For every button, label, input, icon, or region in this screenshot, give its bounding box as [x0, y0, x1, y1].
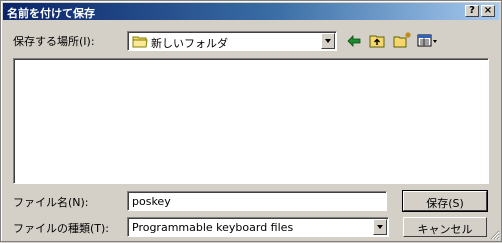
filetype-label: ファイルの種類(T):	[13, 222, 110, 235]
resize-grip-icon[interactable]	[488, 228, 500, 240]
file-list[interactable]	[13, 58, 489, 184]
current-folder-name: 新しいフォルダ	[151, 37, 228, 50]
filename-input[interactable]: poskey	[127, 191, 387, 211]
dialog-title: 名前を付けて保存	[7, 7, 95, 20]
view-menu-icon[interactable]	[417, 33, 437, 49]
filetype-value: Programmable keyboard files	[132, 221, 294, 234]
up-folder-icon[interactable]	[369, 33, 387, 49]
save-button[interactable]: 保存(S)	[402, 190, 488, 212]
cancel-button-label: キャンセル	[417, 223, 473, 236]
save-as-dialog: 名前を付けて保存 ? × 保存する場所(I): 新しいフォルダ ファイル名(N)…	[0, 0, 502, 242]
help-button[interactable]: ?	[465, 5, 479, 17]
save-button-label: 保存(S)	[426, 197, 464, 210]
save-in-dropdown-arrow[interactable]	[321, 33, 335, 49]
filetype-dropdown[interactable]: Programmable keyboard files	[127, 217, 389, 237]
new-folder-icon[interactable]	[393, 31, 411, 48]
filetype-dropdown-arrow[interactable]	[373, 219, 387, 235]
close-button[interactable]: ×	[481, 5, 495, 17]
title-bar[interactable]: 名前を付けて保存 ? ×	[3, 3, 499, 20]
cancel-button[interactable]: キャンセル	[403, 217, 487, 237]
save-in-label: 保存する場所(I):	[13, 35, 95, 48]
filename-value: poskey	[132, 195, 171, 208]
folder-icon	[132, 35, 148, 51]
back-arrow-icon[interactable]	[345, 33, 363, 49]
save-in-dropdown[interactable]: 新しいフォルダ	[127, 31, 337, 51]
filename-label: ファイル名(N):	[13, 196, 89, 209]
